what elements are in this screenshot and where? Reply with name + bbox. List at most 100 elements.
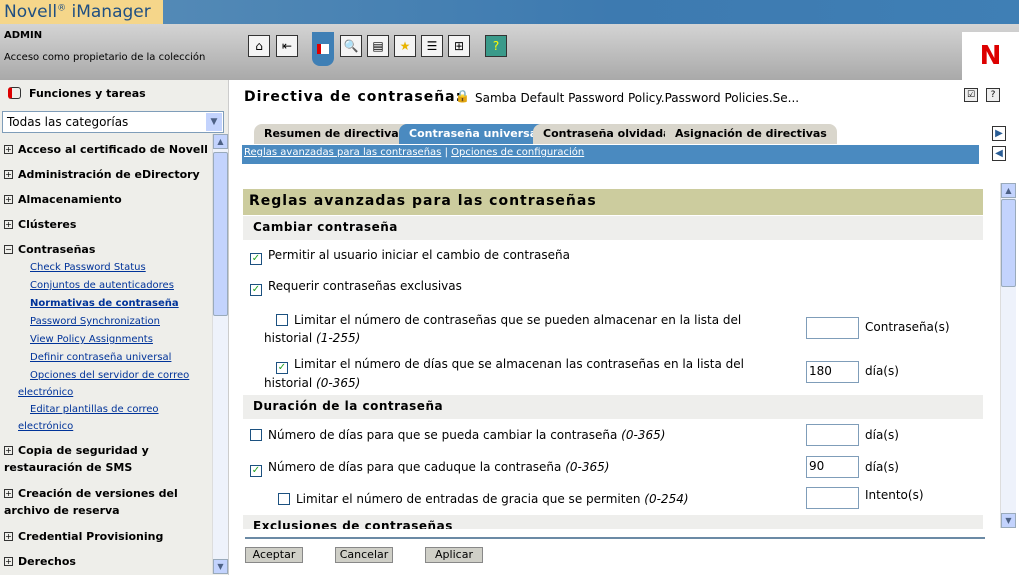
home-icon[interactable]: ⌂ [248,35,270,57]
rule-label: Requerir contraseñas exclusivas [268,279,462,293]
sidebar-link[interactable]: Check Password Status [18,259,213,276]
preferences-icon[interactable]: ☰ [421,35,443,57]
tree-group[interactable]: + Almacenamiento [4,191,212,208]
separator: | [444,147,448,158]
rule-range: (1-255) [316,331,361,345]
scroll-up-icon[interactable]: ▲ [1001,183,1016,198]
rule-range: (0-365) [621,428,666,442]
tab-asignacion[interactable]: Asignación de directivas [665,124,837,144]
tree-group[interactable]: + Copia de seguridad y restauración de SM… [4,442,212,476]
rule-range: (0-365) [565,460,610,474]
scroll-down-icon[interactable]: ▼ [213,559,228,574]
content-scrollbar[interactable]: ▲ ▼ [1000,183,1016,528]
help-icon[interactable]: ? [485,35,507,57]
scroll-thumb[interactable] [213,152,228,316]
unit-label: día(s) [865,428,899,442]
novell-logo: N [962,32,1019,80]
min-days-input[interactable] [806,424,859,446]
tree-group[interactable]: + Acceso al certificado de Novell [4,141,212,158]
chevron-down-icon[interactable]: ▼ [206,113,222,131]
username: ADMIN [4,30,43,41]
checkbox[interactable]: ✓ [250,465,262,477]
tree-group[interactable]: + Creación de versiones del archivo de re… [4,485,212,519]
sidebar-link[interactable]: View Policy Assignments [18,331,213,348]
sidebar-link[interactable]: Opciones del servidor de correo electrón… [18,367,198,401]
unit-label: día(s) [865,460,899,474]
divider [245,537,985,539]
section-header: Duración de la contraseña [243,395,983,419]
checkbox[interactable]: ✓ [276,362,288,374]
view-objects-icon[interactable]: 🔍 [340,35,362,57]
grace-logins-input[interactable] [806,487,859,509]
rule-row: Número de días para que se pueda cambiar… [250,426,665,444]
section-header: Cambiar contraseña [243,216,983,240]
sidebar-link[interactable]: Definir contraseña universal [18,349,213,366]
tree-group[interactable]: + Clústeres [4,216,212,233]
history-days-input[interactable]: 180 [806,361,859,383]
app-logo: Novell® iManager [0,0,163,24]
rule-row: ✓ Número de días para que caduque la cont… [250,458,609,477]
rule-row: Limitar el número de entradas de gracia … [278,490,689,508]
rules-panel: Reglas avanzadas para las contraseñas Ca… [243,189,983,529]
rule-label: Número de días para que caduque la contr… [268,460,562,474]
task-list-icon[interactable]: ☑ [964,88,978,102]
expire-days-input[interactable]: 90 [806,456,859,478]
roles-tasks-icon[interactable] [312,32,334,66]
checkbox[interactable]: ✓ [250,253,262,265]
roles-icon [8,87,21,99]
object-name: Samba Default Password Policy.Password P… [475,91,800,105]
checkbox[interactable] [250,429,262,441]
sidebar-scrollbar[interactable]: ▲ ▼ [212,134,228,574]
rule-row: ✓ Permitir al usuario iniciar el cambio d… [250,246,570,265]
panel-title: Reglas avanzadas para las contraseñas [243,189,983,215]
rule-range: (0-365) [316,376,361,390]
scroll-up-icon[interactable]: ▲ [213,134,228,149]
sidebar-link[interactable]: Conjuntos de autenticadores [18,277,213,294]
checkbox[interactable] [276,314,288,326]
apply-button[interactable]: Aplicar [425,547,483,563]
page-title: Directiva de contraseña: [244,89,463,105]
configure-icon[interactable]: ▤ [367,35,389,57]
arrow-left-icon[interactable]: ◀ [992,146,1006,161]
favorites-icon[interactable]: ★ [394,35,416,57]
rule-row: Limitar el número de contraseñas que se … [264,311,784,347]
sidebar-link[interactable]: Password Synchronization [18,313,213,330]
tab-contrasena-universal[interactable]: Contraseña universal [399,124,551,144]
unit-label: Contraseña(s) [865,320,950,334]
rule-label: Permitir al usuario iniciar el cambio de… [268,248,570,262]
access-level: Acceso como propietario de la colección [4,52,206,63]
subtab-reglas[interactable]: Reglas avanzadas para las contraseñas [244,147,441,158]
tree-group[interactable]: − Contraseñas [4,241,212,258]
unit-label: día(s) [865,364,899,378]
scroll-down-icon[interactable]: ▼ [1001,513,1016,528]
unit-label: Intento(s) [865,488,924,502]
sidebar-title: Funciones y tareas [8,87,146,100]
section-header: Exclusiones de contraseñas [243,515,983,529]
scroll-thumb[interactable] [1001,199,1016,287]
history-count-input[interactable] [806,317,859,339]
checkbox[interactable] [278,493,290,505]
subtab-bar: Reglas avanzadas para las contraseñas | … [242,145,979,164]
exit-icon[interactable]: ⇤ [276,35,298,57]
rule-label: Número de días para que se pueda cambiar… [268,428,618,442]
sidebar-link-active[interactable]: Normativas de contraseña [18,295,213,312]
rule-label: Limitar el número de entradas de gracia … [296,492,641,506]
help-icon[interactable]: ? [986,88,1000,102]
tab-resumen[interactable]: Resumen de directivas [254,124,416,144]
network-icon[interactable]: ⊞ [448,35,470,57]
sidebar-link[interactable]: Editar plantillas de correo electrónico [18,401,198,435]
tree-group[interactable]: + Derechos [4,553,212,570]
checkbox[interactable]: ✓ [250,284,262,296]
tab-contrasena-olvidada[interactable]: Contraseña olvidada [533,124,681,144]
rule-row: ✓ Limitar el número de días que se almace… [264,355,784,392]
rule-row: ✓ Requerir contraseñas exclusivas [250,277,462,296]
category-select[interactable]: Todas las categorías ▼ [2,111,224,133]
arrow-right-icon[interactable]: ▶ [992,126,1006,141]
rule-range: (0-254) [644,492,689,506]
tree-group[interactable]: + Administración de eDirectory [4,166,212,183]
subtab-opciones[interactable]: Opciones de configuración [451,147,584,158]
ok-button[interactable]: Aceptar [245,547,303,563]
tree-group[interactable]: + Credential Provisioning [4,528,212,545]
policy-icon: 🔒 [455,89,470,103]
cancel-button[interactable]: Cancelar [335,547,393,563]
